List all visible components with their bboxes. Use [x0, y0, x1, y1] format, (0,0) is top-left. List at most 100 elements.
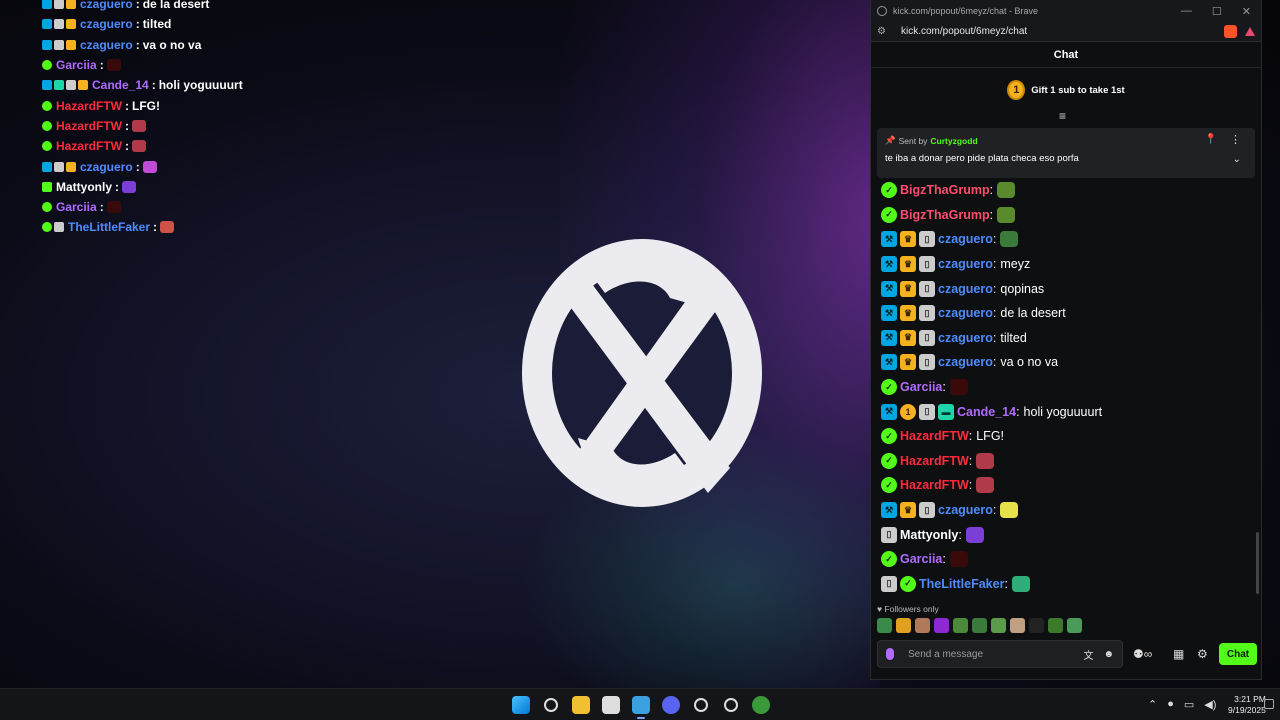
verified-badge-icon[interactable]: ✓ [881, 379, 897, 396]
chat-username[interactable]: czaguero [938, 306, 993, 320]
search-icon[interactable] [544, 698, 558, 712]
vip-badge-icon[interactable]: ♛ [900, 305, 916, 322]
chat-username[interactable]: HazardFTW [900, 478, 969, 492]
translate-icon[interactable]: 文 [1083, 647, 1093, 662]
network-icon[interactable]: ▭ [1184, 698, 1194, 711]
close-button[interactable]: ✕ [1242, 5, 1251, 18]
emote-button[interactable] [1048, 618, 1063, 633]
send-chat-button[interactable]: Chat [1219, 643, 1257, 665]
chat-emote[interactable] [997, 206, 1016, 223]
emote-button[interactable] [934, 618, 949, 633]
verified-badge-icon[interactable]: ✓ [881, 477, 897, 494]
og-badge-icon[interactable]: ▯ [919, 354, 935, 371]
chat-username[interactable]: czaguero [938, 503, 993, 517]
vip-badge-icon[interactable]: ♛ [900, 231, 916, 248]
emote-button[interactable] [1010, 618, 1025, 633]
og-badge-icon[interactable]: ▯ [881, 575, 897, 592]
pinned-sender-name[interactable]: Curtyzgodd [930, 136, 977, 146]
chat-emote[interactable] [949, 379, 968, 396]
unpin-icon[interactable]: 📍 [1205, 134, 1217, 145]
verified-badge-icon[interactable]: ✓ [881, 551, 897, 568]
vip-badge-icon[interactable]: ♛ [900, 256, 916, 273]
vip-badge-icon[interactable]: ♛ [900, 502, 916, 519]
brave-shields-icon[interactable] [1224, 25, 1237, 38]
chat-username[interactable]: czaguero [938, 282, 993, 296]
url-text[interactable]: kick.com/popout/6meyz/chat [901, 26, 1224, 37]
og-badge-icon[interactable]: ▯ [881, 526, 897, 543]
vip-badge-icon[interactable]: ♛ [900, 280, 916, 297]
microphone-icon[interactable] [886, 648, 894, 660]
chat-emote[interactable] [997, 182, 1016, 199]
emote-button[interactable] [896, 618, 911, 633]
more-options-icon[interactable]: ⋮ [1230, 133, 1241, 146]
site-settings-icon[interactable]: ⚙ [877, 26, 889, 37]
emote-button[interactable] [1067, 618, 1082, 633]
chat-message-input[interactable] [908, 648, 1074, 660]
emote-button[interactable] [877, 618, 892, 633]
chat-username[interactable]: Garciia [900, 380, 942, 394]
microphone-tray-icon[interactable]: ● [1167, 698, 1174, 711]
notification-icon[interactable] [1264, 699, 1274, 709]
emote-button[interactable] [972, 618, 987, 633]
emote-button[interactable] [953, 618, 968, 633]
verified-badge-icon[interactable]: ✓ [881, 182, 897, 199]
file-explorer-icon[interactable] [572, 696, 590, 714]
chat-username[interactable]: Garciia [900, 552, 942, 566]
mod-badge-icon[interactable]: ⚒ [881, 305, 897, 322]
mod-badge-icon[interactable]: ⚒ [881, 354, 897, 371]
og-badge-icon[interactable]: ▯ [919, 280, 935, 297]
chat-username[interactable]: HazardFTW [900, 454, 969, 468]
gift-sub-banner[interactable]: 1 Gift 1 sub to take 1st [871, 68, 1261, 112]
chat-username[interactable]: czaguero [938, 355, 993, 369]
vip-badge-icon[interactable]: ♛ [900, 354, 916, 371]
minimize-button[interactable]: — [1181, 5, 1192, 18]
obs-icon[interactable] [724, 698, 738, 712]
chat-emote[interactable] [976, 477, 995, 494]
settings-gear-icon[interactable]: ⚙ [1197, 647, 1208, 661]
volume-icon[interactable]: ◀) [1204, 698, 1216, 711]
og-badge-icon[interactable]: ▯ [919, 502, 935, 519]
og-badge-icon[interactable]: ▯ [919, 256, 935, 273]
mod-badge-icon[interactable]: ⚒ [881, 403, 897, 420]
users-icon[interactable]: ⚉∞ [1133, 647, 1152, 661]
brave-browser-icon[interactable] [632, 696, 650, 719]
collapse-arrow-icon[interactable]: ≡ [1059, 110, 1066, 122]
chat-username[interactable]: czaguero [938, 232, 993, 246]
maximize-button[interactable]: ☐ [1212, 5, 1222, 18]
chat-username[interactable]: BigzThaGrump [900, 183, 990, 197]
steam-icon[interactable] [694, 698, 708, 712]
mod-badge-icon[interactable]: ⚒ [881, 329, 897, 346]
sub1-badge-icon[interactable]: 1 [900, 403, 916, 420]
gift-badge-icon[interactable]: ▬ [938, 403, 954, 420]
mod-badge-icon[interactable]: ⚒ [881, 231, 897, 248]
emote-button[interactable] [991, 618, 1006, 633]
chat-username[interactable]: czaguero [938, 331, 993, 345]
chat-emote[interactable] [965, 526, 984, 543]
chat-username[interactable]: Cande_14 [957, 405, 1016, 419]
chat-emote[interactable] [1000, 231, 1019, 248]
chat-emote[interactable] [1011, 575, 1030, 592]
chevron-up-icon[interactable]: ⌃ [1148, 698, 1157, 711]
chat-emote[interactable] [1000, 502, 1019, 519]
store-app-icon[interactable] [602, 696, 620, 714]
mod-badge-icon[interactable]: ⚒ [881, 280, 897, 297]
brave-rewards-icon[interactable] [1245, 27, 1255, 36]
address-bar[interactable]: ⚙ kick.com/popout/6meyz/chat [871, 22, 1261, 42]
og-badge-icon[interactable]: ▯ [919, 403, 935, 420]
og-badge-icon[interactable]: ▯ [919, 329, 935, 346]
verified-badge-icon[interactable]: ✓ [900, 575, 916, 592]
verified-badge-icon[interactable]: ✓ [881, 452, 897, 469]
verified-badge-icon[interactable]: ✓ [881, 206, 897, 223]
emote-button[interactable] [1029, 618, 1044, 633]
xbox-icon[interactable] [752, 696, 770, 714]
chat-username[interactable]: HazardFTW [900, 429, 969, 443]
emote-button[interactable] [915, 618, 930, 633]
windows-start-icon[interactable] [512, 696, 530, 714]
chat-scrollbar[interactable] [1256, 532, 1259, 594]
og-badge-icon[interactable]: ▯ [919, 231, 935, 248]
mod-badge-icon[interactable]: ⚒ [881, 502, 897, 519]
emoji-icon[interactable]: ☻ [1103, 649, 1114, 660]
clock[interactable]: 3:21 PM 9/19/2025 [1228, 694, 1266, 716]
og-badge-icon[interactable]: ▯ [919, 305, 935, 322]
chat-emote[interactable] [976, 452, 995, 469]
